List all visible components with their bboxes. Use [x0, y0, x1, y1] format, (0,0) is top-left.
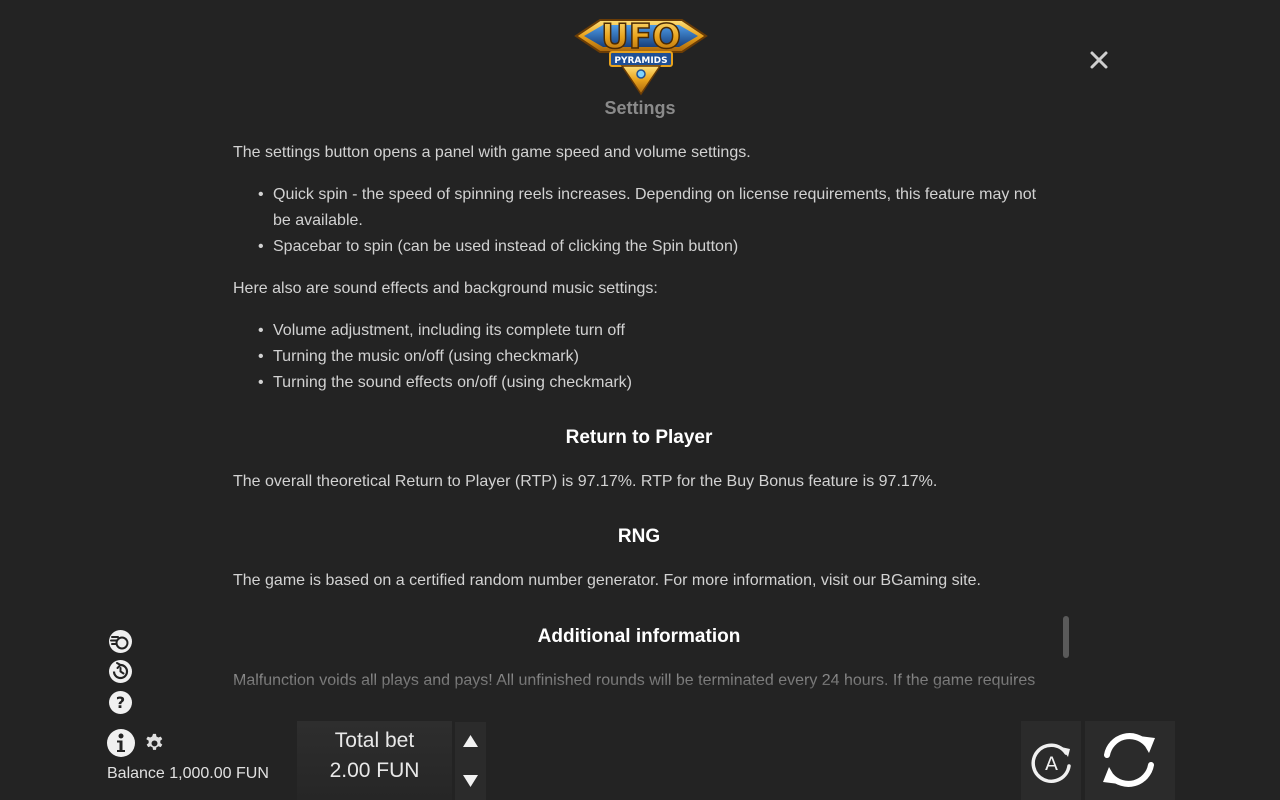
spin-button[interactable] [1085, 721, 1175, 800]
list-item: Spacebar to spin (can be used instead of… [258, 234, 1045, 260]
game-logo: UFO PYRAMIDS [574, 16, 708, 96]
coins-icon[interactable] [108, 629, 133, 654]
additional-heading: Additional information [537, 626, 741, 647]
rng-text: The game is based on a certified random … [233, 572, 981, 589]
list-item: Turning the music on/off (using checkmar… [258, 344, 1045, 370]
autoplay-button[interactable]: A [1021, 721, 1081, 800]
arrow-up-icon[interactable] [455, 722, 486, 760]
arrow-down-icon[interactable] [455, 762, 486, 800]
help-icon[interactable]: ? [108, 690, 133, 715]
close-icon[interactable] [1086, 47, 1112, 73]
rtp-heading: Return to Player [565, 427, 713, 448]
history-icon[interactable] [108, 659, 133, 684]
rules-content[interactable]: The settings button opens a panel with g… [233, 140, 1045, 700]
sound-list: Volume adjustment, including its complet… [258, 318, 1045, 396]
additional-text: Malfunction voids all plays and pays! Al… [233, 672, 1036, 689]
section-title: Settings [604, 98, 676, 118]
rng-heading: RNG [617, 526, 661, 547]
bet-value: 2.00 FUN [329, 759, 420, 782]
sound-intro: Here also are sound effects and backgrou… [233, 280, 658, 297]
gear-icon[interactable] [144, 733, 165, 754]
svg-text:?: ? [116, 693, 125, 712]
rtp-text: The overall theoretical Return to Player… [233, 473, 938, 490]
bet-stepper [455, 722, 486, 800]
autoplay-letter: A [1045, 753, 1058, 775]
info-icon[interactable] [106, 728, 136, 758]
autoplay-icon: A [1031, 743, 1071, 783]
logo-subtitle: PYRAMIDS [614, 56, 667, 66]
bet-label: Total bet [334, 729, 415, 752]
list-item: Volume adjustment, including its complet… [258, 318, 1045, 344]
settings-intro: The settings button opens a panel with g… [233, 144, 751, 161]
list-item: Turning the sound effects on/off (using … [258, 370, 1045, 396]
list-item: Quick spin - the speed of spinning reels… [258, 182, 1045, 234]
total-bet-panel: Total bet 2.00 FUN [297, 721, 452, 800]
scrollbar-thumb[interactable] [1063, 616, 1069, 658]
settings-list: Quick spin - the speed of spinning reels… [258, 182, 1045, 260]
balance-display: Balance 1,000.00 FUN [107, 765, 269, 782]
spin-icon [1103, 733, 1155, 787]
